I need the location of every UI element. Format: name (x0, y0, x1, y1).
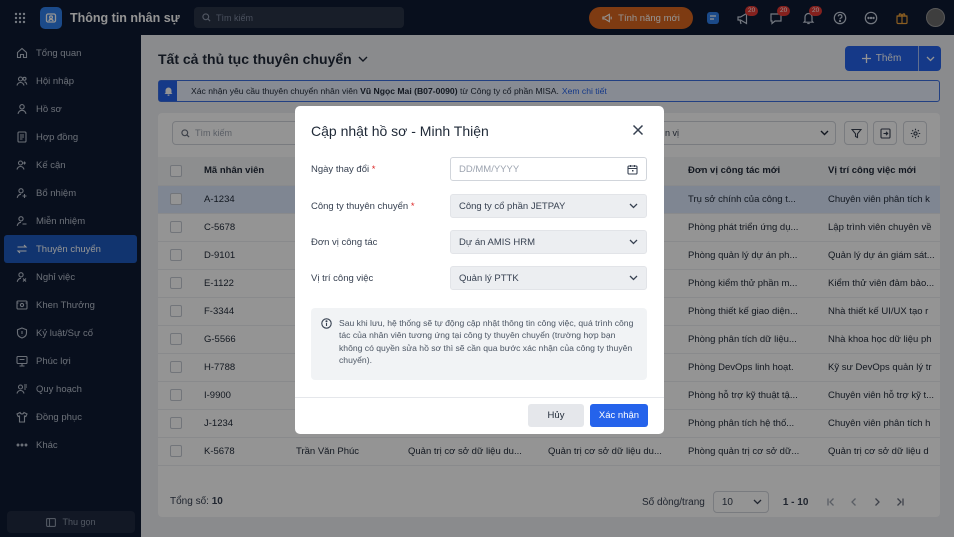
work-unit-select[interactable]: Dự án AMIS HRM (450, 230, 647, 254)
modal-divider (295, 397, 664, 398)
change-date-input[interactable]: DD/MM/YYYY (450, 157, 647, 181)
update-profile-modal: Cập nhật hồ sơ - Minh Thiện Ngày thay đổ… (295, 106, 664, 434)
chevron-down-icon (629, 239, 638, 245)
confirm-button[interactable]: Xác nhận (590, 404, 648, 427)
info-icon (321, 318, 332, 329)
transfer-company-row: Công ty thuyên chuyển * Công ty cổ phần … (311, 194, 649, 218)
job-position-row: Vị trí công việc Quản lý PTTK (311, 266, 649, 290)
job-position-select[interactable]: Quản lý PTTK (450, 266, 647, 290)
modal-title: Cập nhật hồ sơ - Minh Thiện (311, 123, 489, 139)
work-unit-row: Đơn vị công tác Dự án AMIS HRM (311, 230, 649, 254)
chevron-down-icon (629, 275, 638, 281)
transfer-company-select[interactable]: Công ty cổ phần JETPAY (450, 194, 647, 218)
chevron-down-icon (629, 203, 638, 209)
cancel-button[interactable]: Hủy (528, 404, 584, 427)
info-note: Sau khi lưu, hệ thống sẽ tự động cập nhậ… (311, 308, 647, 380)
calendar-icon[interactable] (627, 164, 638, 175)
change-date-row: Ngày thay đổi * DD/MM/YYYY (311, 157, 649, 181)
close-icon[interactable] (631, 123, 645, 137)
